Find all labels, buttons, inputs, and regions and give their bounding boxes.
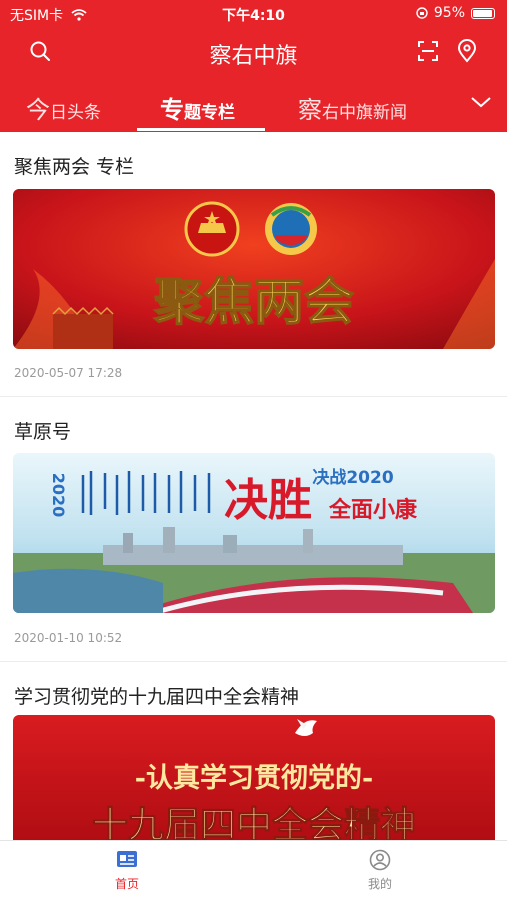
topic-title: 学习贯彻党的十九届四中全会精神 (14, 686, 300, 708)
status-bar: 无SIM卡 下午4:10 95% (0, 0, 507, 28)
cppcc-emblem-icon (265, 203, 317, 255)
tab-local-news[interactable]: 察右中旗新闻 (298, 90, 407, 125)
channel-tabs: 今日头条 专题专栏 察右中旗新闻 (0, 84, 507, 132)
orientation-lock-icon (416, 7, 428, 19)
publish-date: 2020-01-10 10:52 (14, 631, 123, 645)
bottom-tab-bar: 首页 我的 (0, 840, 507, 901)
user-icon (369, 849, 391, 871)
banner-line-1: -认真学习贯彻党的- (135, 762, 373, 794)
topic-banner-lianghui[interactable]: 聚焦两会 (13, 189, 495, 349)
banner-big: 决胜 (224, 475, 312, 526)
topic-title: 聚焦两会 专栏 (14, 156, 135, 178)
scan-icon[interactable] (413, 36, 443, 66)
tab-mine[interactable]: 我的 (320, 847, 440, 892)
publish-date: 2020-05-07 17:28 (14, 366, 123, 380)
battery-icon (471, 7, 495, 19)
battery-percent: 95% (433, 5, 465, 21)
tab-home-label: 首页 (114, 877, 139, 891)
battery-indicator: 95% (416, 5, 495, 21)
location-icon[interactable] (452, 36, 482, 66)
banner-headline: 聚焦两会 (153, 272, 354, 331)
tab-headlines[interactable]: 今日头条 (26, 90, 101, 125)
banner-year: 2020 (49, 473, 68, 518)
topic-banner-plenum[interactable]: -认真学习贯彻党的- 十九届四中全会精神 (13, 715, 495, 840)
banner-sub: 全面小康 (328, 497, 418, 523)
divider (0, 396, 507, 397)
news-icon (117, 851, 137, 867)
banner-line-2: 十九届四中全会精神 (92, 804, 416, 840)
topic-feed: 聚焦两会 专栏 聚焦两会 2020-05-07 17:28 草原号 2020 决… (0, 132, 507, 840)
national-emblem-icon (184, 201, 240, 257)
topic-title: 草原号 (14, 421, 72, 443)
active-tab-indicator (137, 128, 265, 131)
tab-home[interactable]: 首页 (67, 847, 187, 892)
tab-mine-label: 我的 (367, 877, 392, 891)
topic-banner-grassland[interactable]: 2020 决战2020 决胜 全面小康 (13, 453, 495, 613)
banner-head: 决战2020 (312, 467, 393, 488)
app-header: 无SIM卡 下午4:10 95% 察右中旗 今日头条 专题专栏 察右中旗新闻 (0, 0, 507, 132)
chevron-down-icon[interactable] (469, 94, 493, 110)
tab-special-topics[interactable]: 专题专栏 (160, 90, 235, 125)
divider (0, 661, 507, 662)
nav-bar: 察右中旗 (0, 28, 507, 76)
